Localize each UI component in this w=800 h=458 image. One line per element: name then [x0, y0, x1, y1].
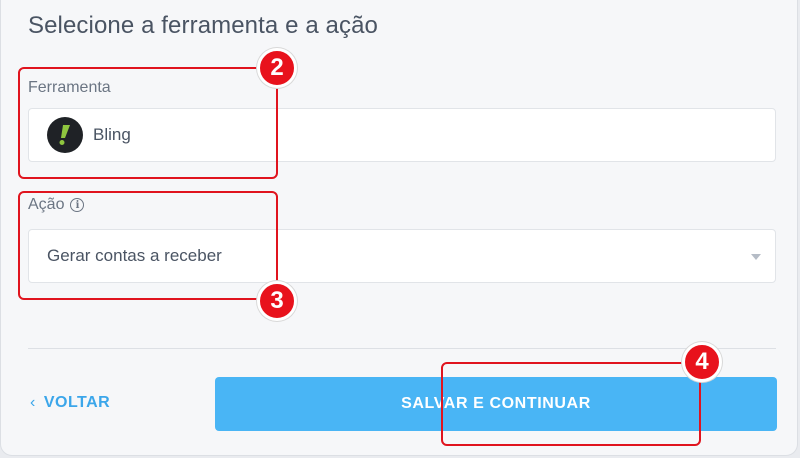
action-select-value: Gerar contas a receber: [47, 246, 222, 265]
back-button[interactable]: ‹ VOLTAR: [30, 394, 110, 412]
bling-logo-glyph: [59, 125, 70, 145]
annotation-badge-2: 2: [257, 48, 297, 88]
annotation-badge-3: 3: [257, 281, 297, 321]
tool-label: Ferramenta: [28, 79, 111, 97]
back-button-label: VOLTAR: [43, 394, 111, 411]
action-label-text: Ação: [28, 196, 65, 213]
save-and-continue-button[interactable]: SALVAR E CONTINUAR: [215, 377, 777, 431]
tool-name: Bling: [93, 125, 131, 144]
action-label: Ação i: [28, 196, 85, 214]
tool-field[interactable]: Bling: [28, 108, 776, 162]
info-icon[interactable]: i: [70, 198, 85, 212]
bling-logo-icon: [47, 117, 83, 153]
annotation-badge-4: 4: [682, 342, 722, 382]
tool-label-text: Ferramenta: [28, 79, 111, 96]
section-title: Selecione a ferramenta e a ação: [28, 12, 378, 39]
divider: [28, 348, 776, 349]
action-select[interactable]: Gerar contas a receber: [28, 229, 776, 283]
chevron-down-icon[interactable]: [751, 254, 761, 260]
chevron-left-icon: ‹: [30, 394, 36, 411]
